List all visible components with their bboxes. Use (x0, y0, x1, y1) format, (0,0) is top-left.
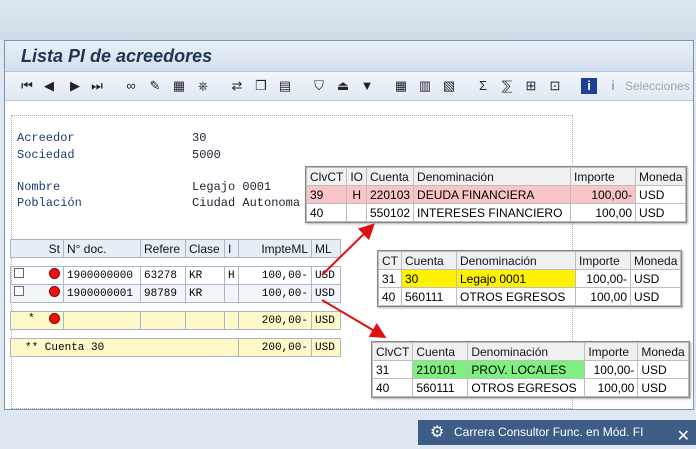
annotation-arrows (321, 223, 387, 339)
watermark-text: Carrera Consultor Func. en Mód. FI (454, 425, 644, 439)
gear-logo-icon: ⚙ (430, 424, 445, 441)
watermark-banner: ⚙ Carrera Consultor Func. en Mód. FI ✕ (418, 420, 696, 445)
arrow-to-popup-1 (321, 223, 375, 276)
arrow-to-popup-3 (321, 299, 387, 339)
logo-x-icon: ✕ (676, 428, 690, 445)
